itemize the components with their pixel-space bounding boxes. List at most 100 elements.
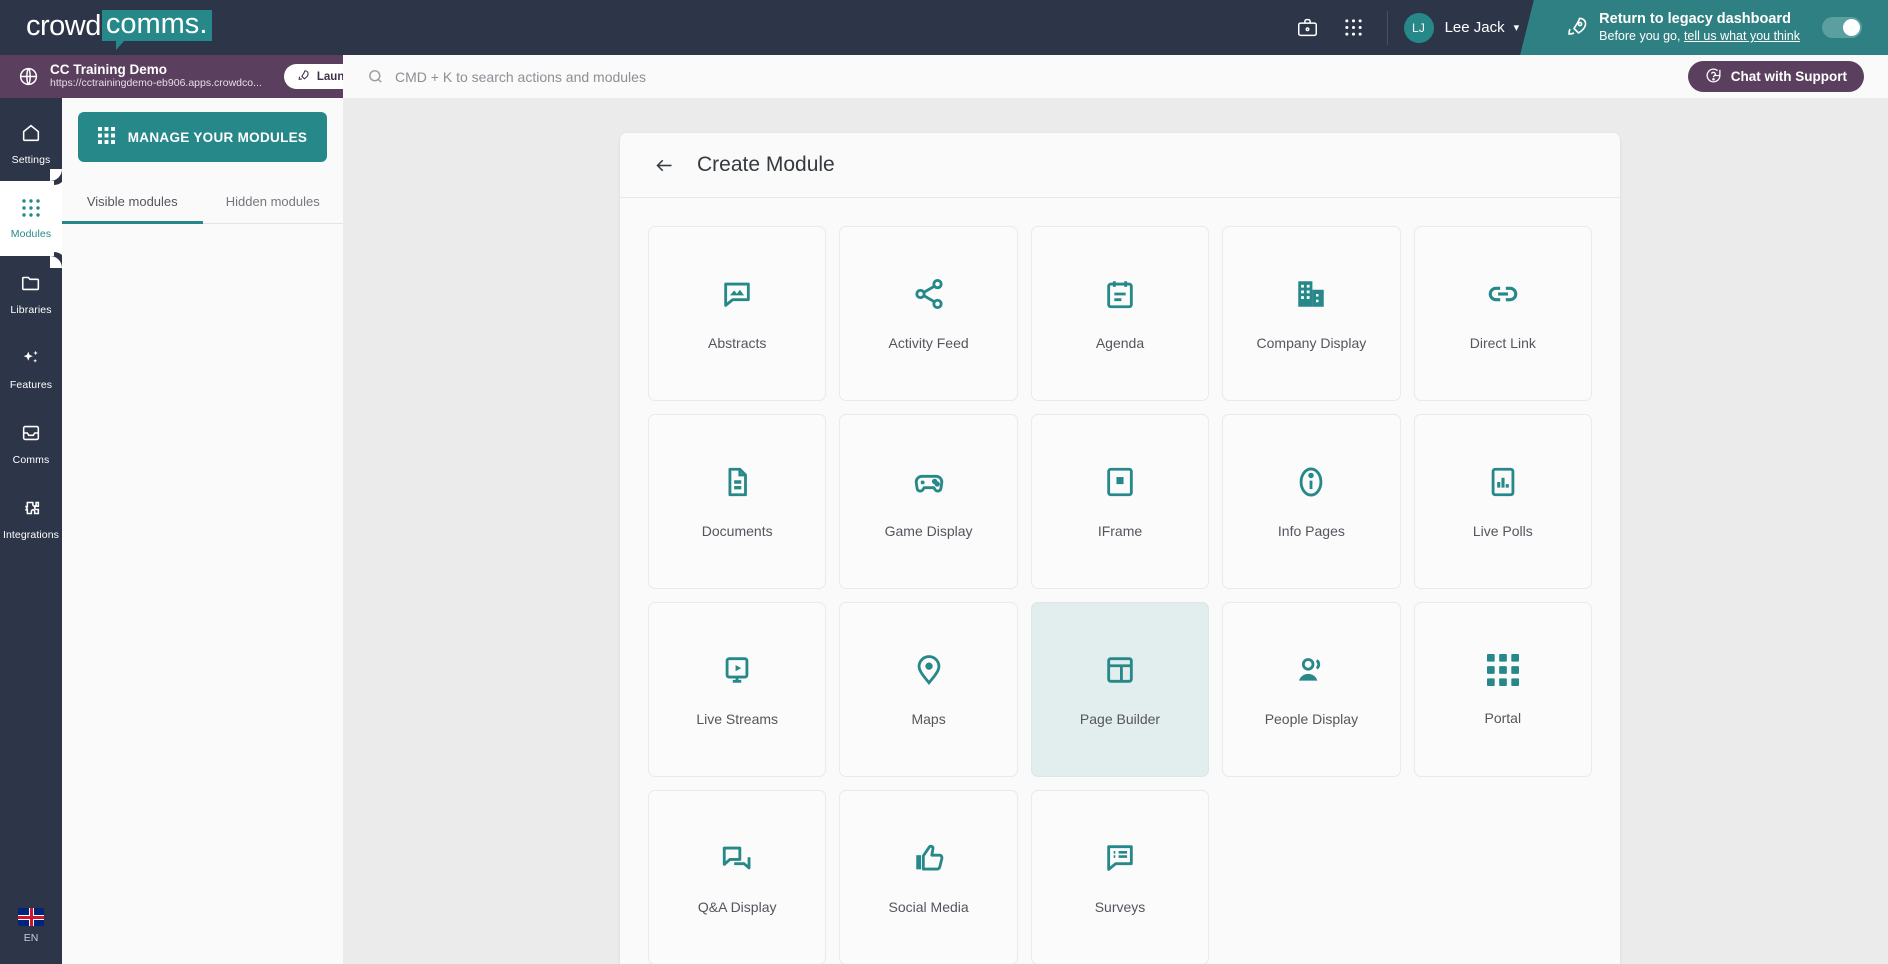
share-icon [912,277,946,311]
module-card-label: Social Media [888,898,969,915]
module-card-qa-display[interactable]: Q&A Display [648,790,827,964]
module-card-label: Company Display [1256,334,1367,351]
chat-with-support-button[interactable]: Chat with Support [1687,61,1864,92]
sidebar-item-modules[interactable]: Modules [0,169,62,268]
layout-icon [1103,653,1137,687]
module-card-surveys[interactable]: Surveys [1030,790,1210,964]
apps-grid-icon [21,198,41,223]
site-name: CC Training Demo [50,61,168,77]
tab-label: Visible modules [86,194,178,209]
chevron-down-icon: ▾ [1513,22,1520,34]
sidebar-item-comms[interactable]: Comms [0,406,62,481]
feedback-link[interactable]: tell us what you think [1684,29,1800,43]
image-bubble-icon [720,277,754,311]
building-icon [1294,277,1328,311]
user-name-label: Lee Jack [1444,19,1505,36]
grid-squares-icon [1486,653,1519,686]
module-card-iframe[interactable]: IFrame [1030,414,1210,589]
module-card-social-media[interactable]: Social Media [839,790,1018,964]
module-card-label: Info Pages [1277,522,1345,539]
module-card-label: Surveys [1094,898,1146,915]
module-card-label: Portal [1484,709,1522,726]
module-card-company-display[interactable]: Company Display [1222,226,1401,401]
modules-side-panel: MANAGE YOUR MODULES Visible modules Hidd… [62,98,343,964]
module-card-maps[interactable]: Maps [839,602,1018,777]
module-card-label: Live Polls [1472,522,1533,539]
site-info: CC Training Demo https://cctrainingdemo-… [50,62,262,91]
calendar-icon [1103,277,1137,311]
site-url: https://cctrainingdemo-eb906.apps.crowdc… [50,77,262,90]
left-navigation-rail: Settings Modules Libraries Features Comm… [0,98,62,964]
module-card-label: Agenda [1095,334,1145,351]
rocket-icon [1565,15,1589,44]
logo-text-comms: comms. [101,10,213,50]
search-icon [367,68,384,85]
module-card-label: Maps [911,710,946,727]
sidebar-item-label: Settings [11,153,51,166]
help-circle-icon [1705,67,1722,87]
module-card-portal[interactable]: Portal [1413,602,1592,777]
module-card-live-streams[interactable]: Live Streams [648,602,827,777]
module-card-label: Live Streams [696,710,779,727]
legacy-dashboard-toggle[interactable] [1822,17,1862,38]
language-selector[interactable]: EN [18,908,44,944]
sidebar-item-libraries[interactable]: Libraries [0,256,62,331]
module-card-label: Documents [701,522,773,539]
chat-bubbles-icon [720,841,754,875]
bar-chart-icon [1486,465,1520,499]
module-card-info-pages[interactable]: Info Pages [1222,414,1401,589]
document-icon [720,465,754,499]
user-menu[interactable]: LJ Lee Jack ▾ [1398,12,1530,43]
module-card-people-display[interactable]: People Display [1222,602,1401,777]
list-bubble-icon [1103,841,1137,875]
thumbs-up-icon [912,841,946,875]
briefcase-icon[interactable] [1285,0,1331,55]
module-card-label: Direct Link [1469,334,1536,351]
module-card-label: Game Display [884,522,973,539]
module-card-activity-feed[interactable]: Activity Feed [839,226,1018,401]
module-card-label: IFrame [1097,522,1143,539]
modules-tabs: Visible modules Hidden modules [62,181,343,224]
module-card-label: Page Builder [1079,710,1161,727]
arrow-left-icon[interactable] [654,155,675,176]
sparkles-icon [20,347,42,374]
gamepad-icon [912,465,946,499]
search-input[interactable] [395,68,1095,85]
chat-with-support-label: Chat with Support [1730,69,1847,84]
inbox-icon [20,422,42,449]
language-label: EN [23,932,39,944]
sidebar-item-integrations[interactable]: Integrations [0,481,62,556]
manage-modules-label: MANAGE YOUR MODULES [127,129,308,145]
people-icon [1294,653,1328,687]
uk-flag-icon [18,908,44,926]
module-card-label: People Display [1264,710,1359,727]
module-card-label: Activity Feed [888,334,969,351]
crowdcomms-logo[interactable]: crowd comms. [26,0,213,55]
module-card-live-polls[interactable]: Live Polls [1413,414,1592,589]
module-card-documents[interactable]: Documents [648,414,827,589]
tab-visible-modules[interactable]: Visible modules [62,181,203,224]
tab-label: Hidden modules [225,194,320,209]
legacy-banner-title: Return to legacy dashboard [1599,11,1791,28]
module-card-abstracts[interactable]: Abstracts [648,226,827,401]
puzzle-icon [20,497,42,524]
sidebar-item-label: Modules [10,227,52,240]
manage-your-modules-button[interactable]: MANAGE YOUR MODULES [78,112,327,162]
globe-icon [10,66,46,87]
rocket-icon [297,69,310,85]
module-type-grid: Abstracts Activity Feed Agenda Company D… [620,198,1620,964]
tab-hidden-modules[interactable]: Hidden modules [203,181,344,223]
legacy-dashboard-banner[interactable]: Return to legacy dashboard Before you go… [1543,0,1888,55]
map-pin-icon [912,653,946,687]
apps-grid-icon[interactable] [1331,0,1377,55]
module-card-page-builder[interactable]: Page Builder [1030,602,1210,777]
module-card-game-display[interactable]: Game Display [839,414,1018,589]
create-module-header: Create Module [620,133,1620,198]
page-title: Create Module [697,153,835,176]
module-card-agenda[interactable]: Agenda [1030,226,1210,401]
module-card-label: Abstracts [708,334,767,351]
apps-grid-icon [97,127,115,147]
module-card-direct-link[interactable]: Direct Link [1413,226,1592,401]
sidebar-item-features[interactable]: Features [0,331,62,406]
sidebar-item-label: Integrations [2,528,60,541]
